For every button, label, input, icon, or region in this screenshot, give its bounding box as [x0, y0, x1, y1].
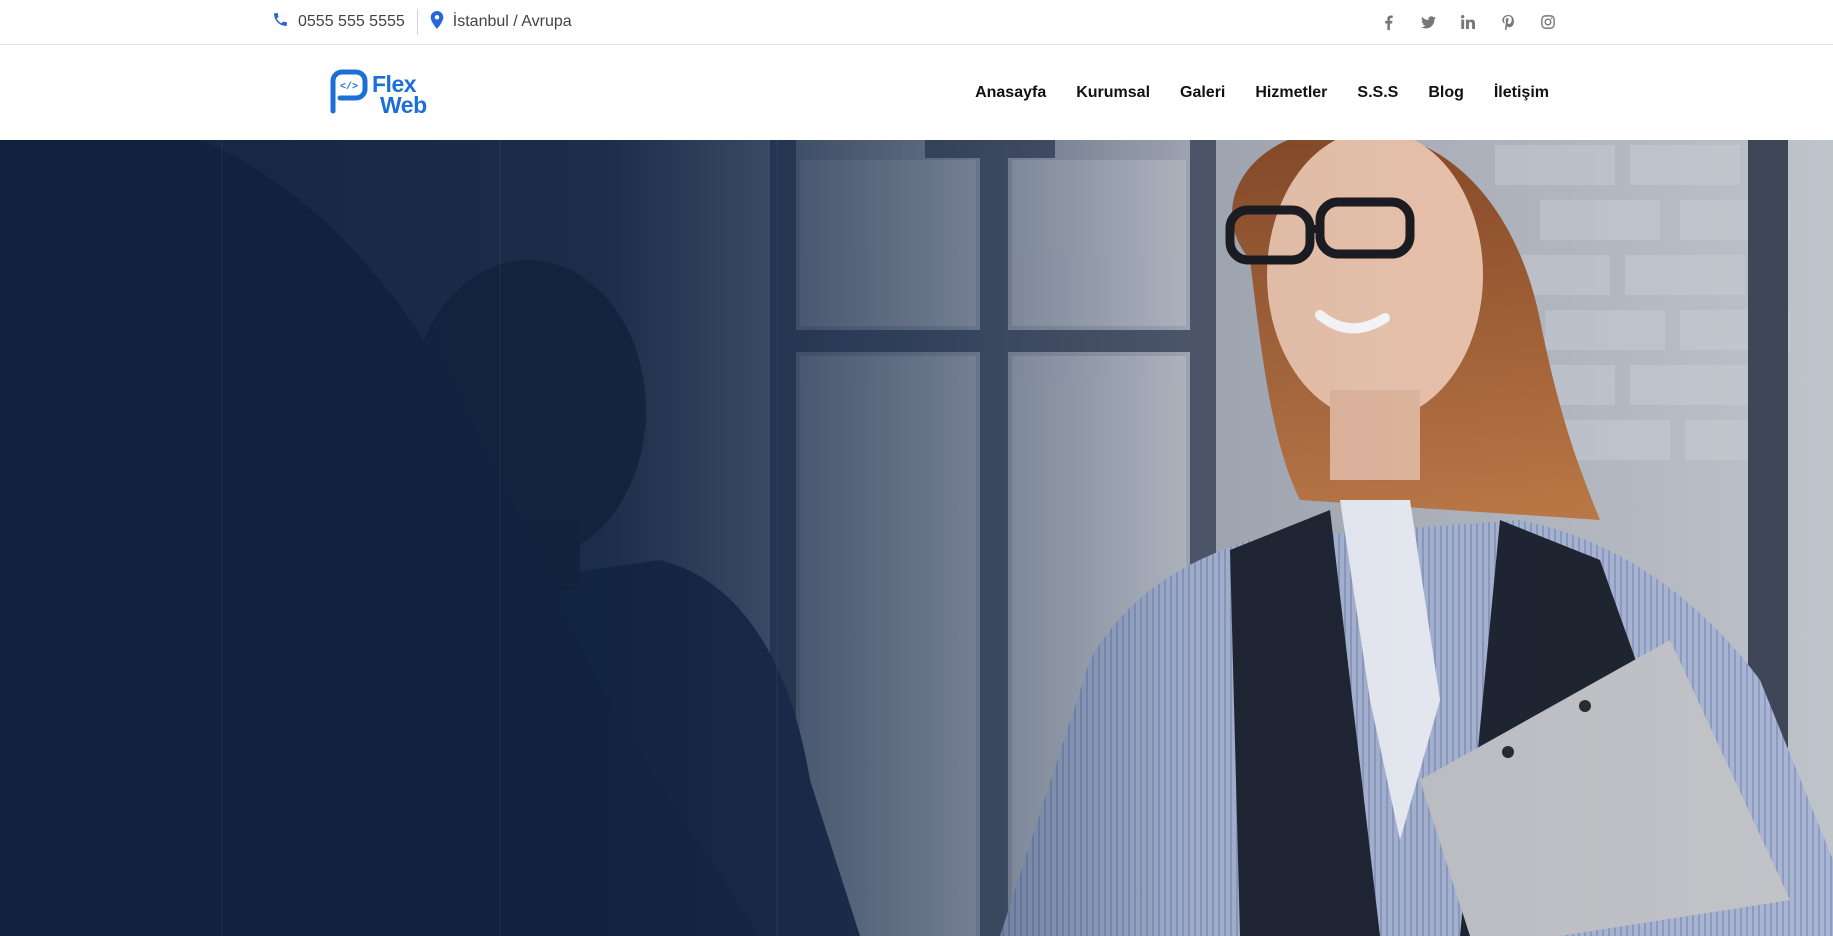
- logo-line-2: Web: [380, 91, 427, 118]
- nav-item-anasayfa[interactable]: Anasayfa: [975, 84, 1046, 102]
- nav-item-galeri[interactable]: Galeri: [1180, 84, 1225, 102]
- hero-banner: [0, 140, 1833, 936]
- logo-mark-icon: </>: [328, 69, 368, 120]
- phone-icon: [272, 11, 289, 33]
- nav-item-iletisim[interactable]: İletişim: [1494, 84, 1549, 102]
- nav-item-kurumsal[interactable]: Kurumsal: [1076, 84, 1150, 102]
- location-link[interactable]: İstanbul / Avrupa: [430, 10, 572, 34]
- top-bar: 0555 555 5555 İstanbul / Avrupa: [0, 0, 1833, 45]
- site-logo[interactable]: </> Flex Web: [328, 69, 427, 120]
- location-text: İstanbul / Avrupa: [452, 13, 572, 30]
- phone-number: 0555 555 5555: [298, 13, 405, 30]
- pinterest-icon[interactable]: [1499, 13, 1517, 31]
- instagram-icon[interactable]: [1539, 13, 1557, 31]
- main-navigation: Anasayfa Kurumsal Galeri Hizmetler S.S.S…: [945, 45, 1549, 140]
- divider: [416, 9, 418, 35]
- hero-image: [0, 140, 1833, 936]
- map-pin-icon: [430, 10, 444, 34]
- main-header: </> Flex Web Anasayfa Kurumsal Galeri Hi…: [0, 45, 1833, 140]
- linkedin-icon[interactable]: [1459, 13, 1477, 31]
- contact-info: 0555 555 5555 İstanbul / Avrupa: [272, 0, 572, 44]
- facebook-icon[interactable]: [1379, 13, 1397, 31]
- phone-link[interactable]: 0555 555 5555: [272, 11, 405, 33]
- nav-item-hizmetler[interactable]: Hizmetler: [1255, 84, 1327, 102]
- twitter-icon[interactable]: [1419, 13, 1437, 31]
- nav-item-sss[interactable]: S.S.S: [1357, 84, 1398, 102]
- logo-text: Flex Web: [372, 72, 427, 118]
- nav-item-blog[interactable]: Blog: [1428, 84, 1464, 102]
- svg-text:</>: </>: [340, 81, 358, 93]
- social-links: [1379, 0, 1557, 44]
